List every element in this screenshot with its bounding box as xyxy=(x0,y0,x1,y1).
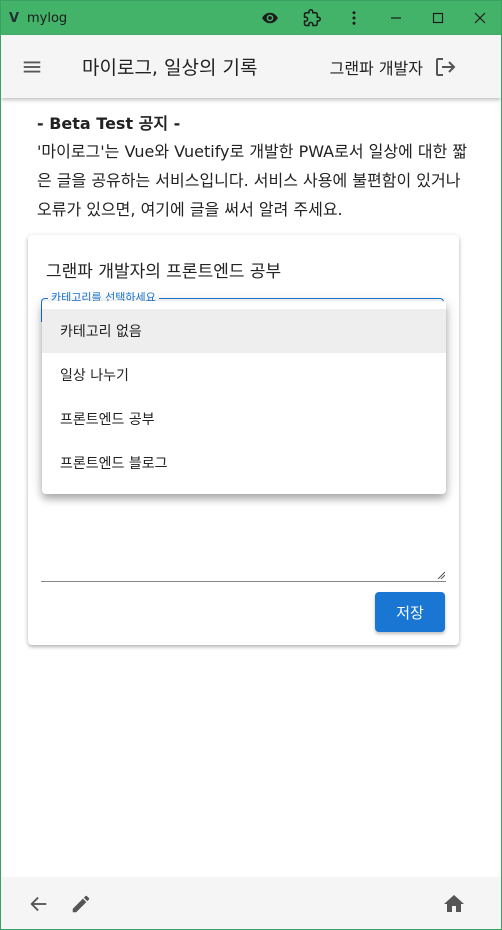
card-title: 그랜파 개발자의 프론트엔드 공부 xyxy=(46,262,282,282)
eye-icon[interactable] xyxy=(249,1,291,35)
arrow-back-icon[interactable] xyxy=(26,891,52,917)
pencil-icon[interactable] xyxy=(68,891,94,917)
app-title: 마이로그, 일상의 기록 xyxy=(82,57,258,79)
user-name: 그랜파 개발자 xyxy=(329,58,423,78)
more-vert-icon[interactable] xyxy=(333,1,375,35)
menu-icon[interactable] xyxy=(20,55,44,79)
app-window: V mylog 마이로그, 일상의 기록 그랜파 개발자 - Beta Test… xyxy=(0,0,502,930)
app-bar: 마이로그, 일상의 기록 그랜파 개발자 xyxy=(1,35,501,98)
resize-grip-icon[interactable] xyxy=(437,571,445,579)
dropdown-item[interactable]: 카테고리 없음 xyxy=(42,309,446,353)
beta-notice: - Beta Test 공지 - '마이로그'는 Vue와 Vuetify로 개… xyxy=(37,111,477,224)
logout-icon[interactable] xyxy=(431,53,459,81)
category-dropdown-menu: 카테고리 없음 일상 나누기 프론트엔드 공부 프론트엔드 블로그 xyxy=(42,301,446,494)
dropdown-item[interactable]: 일상 나누기 xyxy=(42,353,446,397)
close-icon[interactable] xyxy=(459,1,501,35)
extension-icon[interactable] xyxy=(291,1,333,35)
maximize-icon[interactable] xyxy=(417,1,459,35)
window-title: mylog xyxy=(27,10,68,26)
app-logo: V xyxy=(8,10,20,26)
window-titlebar: V mylog xyxy=(1,1,501,35)
notice-body: '마이로그'는 Vue와 Vuetify로 개발한 PWA로서 일상에 대한 짧… xyxy=(37,142,468,219)
notice-title: - Beta Test 공지 - xyxy=(37,114,181,133)
dropdown-item[interactable]: 프론트엔드 블로그 xyxy=(42,441,446,485)
save-button[interactable]: 저장 xyxy=(375,592,445,632)
minimize-icon[interactable] xyxy=(375,1,417,35)
home-icon[interactable] xyxy=(441,891,467,917)
dropdown-item[interactable]: 프론트엔드 공부 xyxy=(42,397,446,441)
bottom-bar xyxy=(1,877,501,929)
